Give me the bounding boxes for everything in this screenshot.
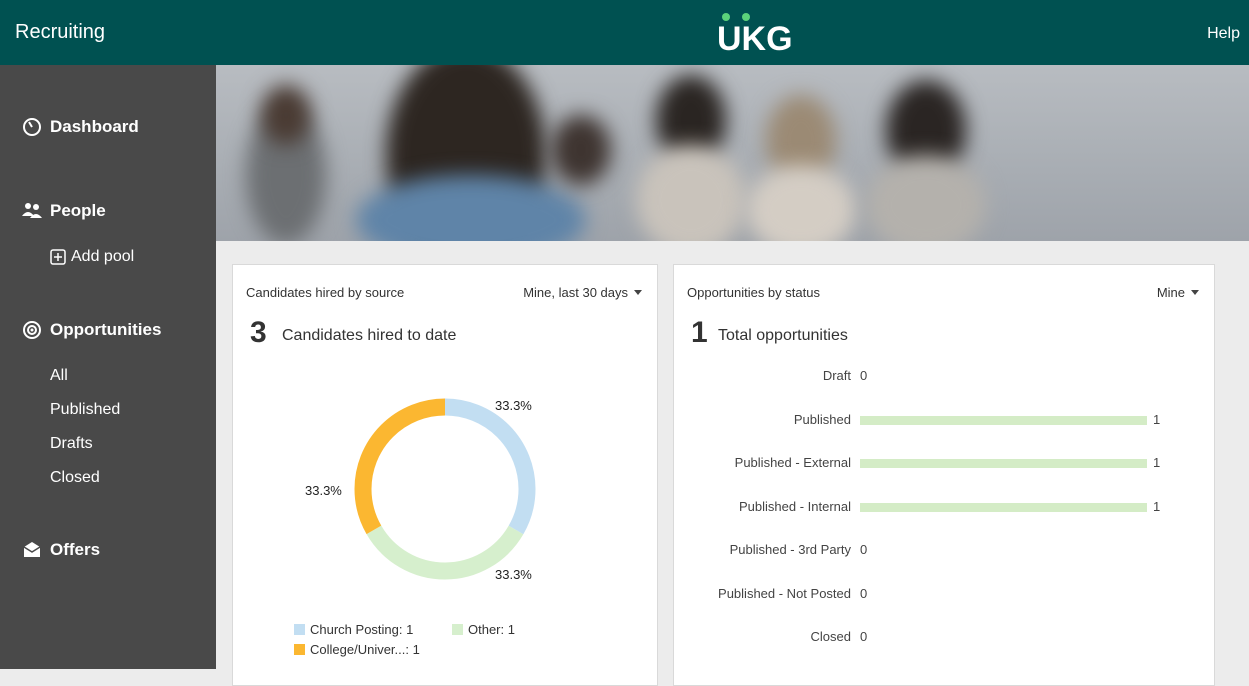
nav-opportunities[interactable]: Opportunities <box>22 320 161 340</box>
legend-other: Other: 1 <box>452 622 515 637</box>
nav-people[interactable]: People <box>22 201 106 221</box>
chevron-down-icon <box>1191 290 1199 295</box>
help-link[interactable]: Help <box>1207 25 1240 43</box>
top-bar: Recruiting UKG Help <box>0 0 1249 65</box>
status-label: Published - Not Posted <box>718 585 851 601</box>
legend-label: Church Posting: 1 <box>310 622 414 637</box>
nav-people-label: People <box>50 201 106 220</box>
status-row: Published - 3rd Party 0 <box>674 540 1214 560</box>
card-title-opportunities: Opportunities by status <box>687 285 820 300</box>
status-count: 1 <box>1153 498 1161 514</box>
legend-swatch <box>294 644 305 655</box>
status-count: 0 <box>860 585 868 601</box>
candidates-hired-card: Candidates hired by source Mine, last 30… <box>232 264 658 686</box>
nav-dashboard-label: Dashboard <box>50 117 139 136</box>
status-count: 0 <box>860 629 868 644</box>
status-row: Published - Internal 1 <box>674 497 1214 517</box>
status-row: Published - Not Posted 0 <box>674 584 1214 604</box>
nav-opportunities-published[interactable]: Published <box>50 401 120 419</box>
legend-label: Other: 1 <box>468 622 515 637</box>
status-label: Draft <box>822 368 851 383</box>
plus-square-icon <box>50 249 66 265</box>
legend-label: College/Univer...: 1 <box>310 642 420 657</box>
app-title: Recruiting <box>15 21 106 43</box>
nav-dashboard[interactable]: Dashboard <box>22 117 139 137</box>
nav-opportunities-drafts[interactable]: Drafts <box>50 435 93 453</box>
nav-opportunities-label: Opportunities <box>50 320 162 339</box>
status-row: Draft 0 <box>674 366 1214 386</box>
target-icon <box>23 321 41 339</box>
add-pool-label: Add pool <box>71 248 135 265</box>
envelope-icon <box>23 542 41 557</box>
nav-opportunities-all[interactable]: All <box>50 367 68 385</box>
status-count: 0 <box>860 368 868 383</box>
status-bar <box>860 502 1147 512</box>
donut-label-college: 33.3% <box>305 483 342 498</box>
status-row: Published - External 1 <box>674 453 1214 473</box>
opps-filter-dropdown[interactable]: Mine <box>1157 285 1199 300</box>
opportunities-count: 1 <box>691 316 708 349</box>
legend-college: College/Univer...: 1 <box>294 642 420 657</box>
status-bar <box>860 459 1147 468</box>
add-pool-link[interactable]: Add pool <box>50 248 134 266</box>
ukg-logo: UKG <box>717 13 793 56</box>
status-row: Closed 0 <box>674 627 1214 647</box>
status-row: Published 1 <box>674 410 1214 430</box>
sidebar: Dashboard People Add pool Opportunities … <box>0 65 216 669</box>
legend-swatch <box>452 624 463 635</box>
status-label: Published - External <box>734 455 851 470</box>
dashboard-icon <box>23 118 41 136</box>
opps-filter-label: Mine <box>1156 285 1185 300</box>
status-label: Published - Internal <box>738 498 851 514</box>
status-label: Published - 3rd Party <box>729 542 851 557</box>
donut-label-church-posting: 33.3% <box>495 398 532 413</box>
status-count: 0 <box>860 542 868 557</box>
nav-offers[interactable]: Offers <box>22 540 100 560</box>
status-count: 1 <box>1153 411 1161 427</box>
status-label: Published <box>793 411 851 427</box>
legend-swatch <box>294 624 305 635</box>
svg-text:UKG: UKG <box>717 20 793 56</box>
donut-label-other: 33.3% <box>495 567 532 582</box>
nav-offers-label: Offers <box>50 540 101 559</box>
status-bar <box>860 415 1147 425</box>
people-icon <box>22 203 42 218</box>
status-label: Closed <box>810 629 851 644</box>
opportunities-count-label: Total opportunities <box>718 327 848 344</box>
hero-banner-image <box>216 65 1249 241</box>
legend-church-posting: Church Posting: 1 <box>294 622 413 637</box>
nav-opportunities-closed[interactable]: Closed <box>50 469 100 487</box>
status-count: 1 <box>1153 455 1161 470</box>
opportunities-by-status-card: Opportunities by status Mine 1 Total opp… <box>673 264 1215 686</box>
